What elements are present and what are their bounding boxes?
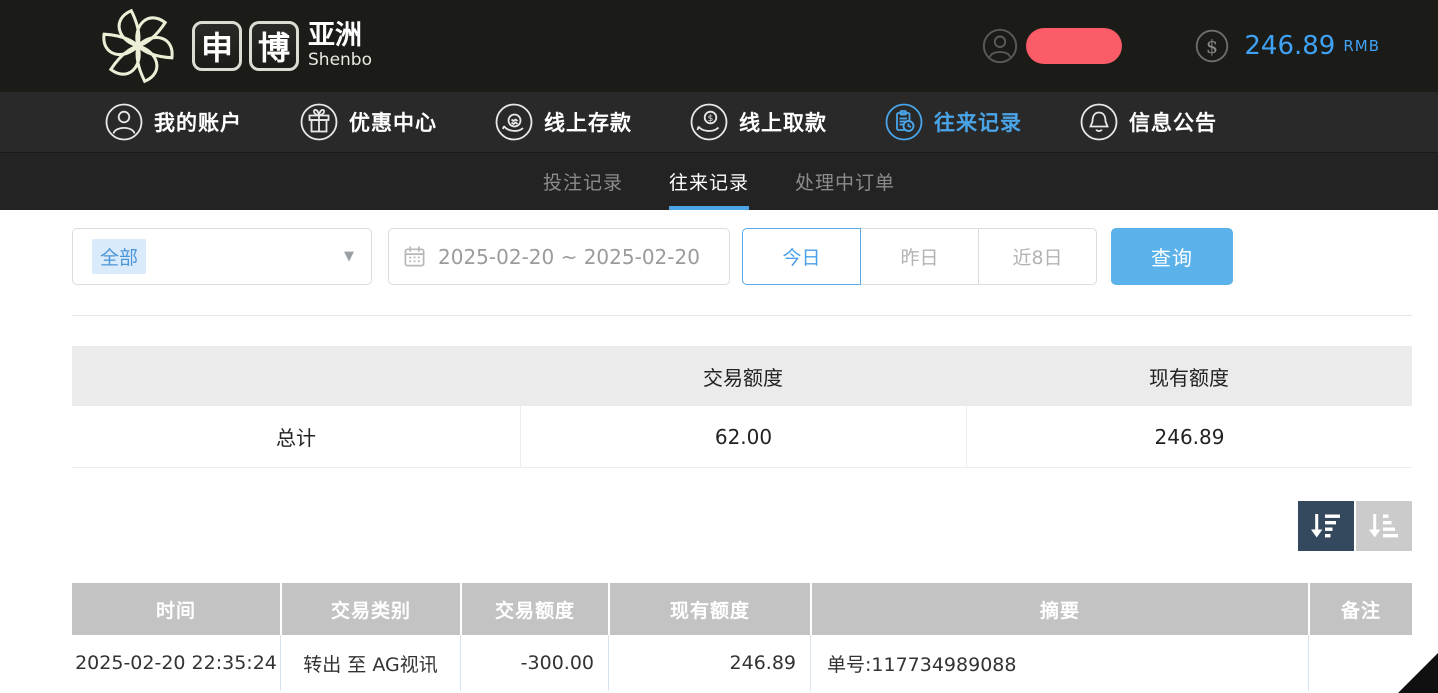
table-row: 2025-02-20 22:35:24 转出 至 AG视讯 -300.00 24…: [72, 635, 1412, 691]
nav-label: 我的账户: [154, 107, 242, 137]
sort-descending-button[interactable]: [1298, 501, 1354, 551]
balance-area[interactable]: $ 246.89 RMB: [1194, 28, 1380, 64]
summary-total-row: 总计 62.00 246.89: [72, 406, 1412, 468]
user-account-area[interactable]: [981, 27, 1122, 65]
main-nav: 我的账户 优惠中心 线上存款: [0, 92, 1438, 152]
gift-icon: [299, 102, 339, 142]
col-header-amount: 交易额度: [460, 583, 608, 635]
col-header-summary: 摘要: [810, 583, 1308, 635]
section-divider: [72, 315, 1412, 316]
sort-ascending-button[interactable]: [1356, 501, 1412, 551]
tab-transaction-records[interactable]: 往来记录: [669, 153, 749, 210]
summary-transaction-amount: 62.00: [520, 406, 966, 467]
logo-char-bo: 博: [249, 21, 299, 71]
record-balance: 246.89: [608, 635, 810, 691]
nav-item-announcements[interactable]: 信息公告: [1079, 102, 1217, 142]
sort-controls: [72, 501, 1412, 551]
yesterday-button[interactable]: 昨日: [860, 228, 979, 285]
svg-text:$: $: [1206, 36, 1218, 58]
corner-widget[interactable]: [1398, 653, 1438, 693]
col-header-balance: 现有额度: [608, 583, 810, 635]
type-select[interactable]: 全部 ▼: [72, 228, 372, 285]
records-table-header: 时间 交易类别 交易额度 现有额度 摘要 备注: [72, 583, 1412, 635]
nav-item-my-account[interactable]: 我的账户: [104, 102, 242, 142]
balance-currency: RMB: [1343, 37, 1380, 55]
svg-text:$: $: [708, 114, 714, 124]
username-pill[interactable]: [1026, 28, 1122, 64]
summary-header-current-balance: 现有额度: [966, 346, 1412, 406]
records-icon: [884, 102, 924, 142]
chevron-down-icon: ▼: [344, 249, 354, 264]
summary-header-transaction-amount: 交易额度: [520, 346, 966, 406]
record-note: [1308, 635, 1412, 691]
nav-label: 往来记录: [934, 107, 1022, 137]
logo-region-text: 亚洲: [308, 22, 372, 50]
sort-ascending-icon: [1368, 512, 1400, 540]
summary-header-empty: [72, 346, 520, 406]
avatar-icon: [981, 27, 1019, 65]
date-range-value: 2025-02-20 ~ 2025-02-20: [438, 245, 700, 269]
col-header-time: 时间: [72, 583, 280, 635]
nav-label: 优惠中心: [349, 107, 437, 137]
nav-label: 线上存款: [544, 107, 632, 137]
flower-logo-icon: [96, 4, 180, 88]
user-icon: [104, 102, 144, 142]
withdraw-icon: $: [689, 102, 729, 142]
dollar-circle-icon: $: [1194, 28, 1230, 64]
summary-total-label: 总计: [72, 406, 520, 467]
nav-label: 线上取款: [739, 107, 827, 137]
summary-table: 交易额度 现有额度 总计 62.00 246.89: [72, 346, 1412, 468]
top-header: 申 博 亚洲 Shenbo $ 246.89 RMB: [0, 0, 1438, 92]
tab-betting-records[interactable]: 投注记录: [543, 153, 623, 210]
balance-amount: 246.89: [1244, 31, 1335, 61]
summary-current-balance: 246.89: [966, 406, 1412, 467]
records-table: 时间 交易类别 交易额度 现有额度 摘要 备注 2025-02-20 22:35…: [72, 583, 1412, 691]
nav-item-online-withdraw[interactable]: $ 线上取款: [689, 102, 827, 142]
today-button[interactable]: 今日: [742, 228, 861, 285]
calendar-icon: [403, 245, 426, 268]
col-header-type: 交易类别: [280, 583, 460, 635]
type-select-value: 全部: [92, 239, 146, 274]
deposit-icon: [494, 102, 534, 142]
tab-pending-orders[interactable]: 处理中订单: [795, 153, 895, 210]
col-header-note: 备注: [1308, 583, 1412, 635]
sort-descending-icon: [1310, 512, 1342, 540]
sub-nav: 投注记录 往来记录 处理中订单: [0, 152, 1438, 210]
quick-date-buttons: 今日 昨日 近8日: [742, 228, 1097, 285]
site-logo[interactable]: 申 博 亚洲 Shenbo: [96, 4, 372, 88]
logo-latin-text: Shenbo: [308, 51, 372, 70]
nav-item-online-deposit[interactable]: 线上存款: [494, 102, 632, 142]
record-amount: -300.00: [460, 635, 608, 691]
summary-table-header: 交易额度 现有额度: [72, 346, 1412, 406]
record-summary: 单号:117734989088: [810, 635, 1308, 691]
bell-icon: [1079, 102, 1119, 142]
date-range-input[interactable]: 2025-02-20 ~ 2025-02-20: [388, 228, 730, 285]
nav-label: 信息公告: [1129, 107, 1217, 137]
filter-row: 全部 ▼ 2025-02-20 ~ 2025-02-20 今日 昨日 近8日 查…: [72, 228, 1438, 285]
last-8-days-button[interactable]: 近8日: [978, 228, 1097, 285]
record-type: 转出 至 AG视讯: [280, 635, 460, 691]
record-time: 2025-02-20 22:35:24: [72, 635, 280, 691]
nav-item-transaction-records[interactable]: 往来记录: [884, 102, 1022, 142]
page: 申 博 亚洲 Shenbo $ 246.89 RMB: [0, 0, 1438, 693]
search-button[interactable]: 查询: [1111, 228, 1233, 285]
logo-char-shen: 申: [192, 21, 242, 71]
nav-item-promotions[interactable]: 优惠中心: [299, 102, 437, 142]
